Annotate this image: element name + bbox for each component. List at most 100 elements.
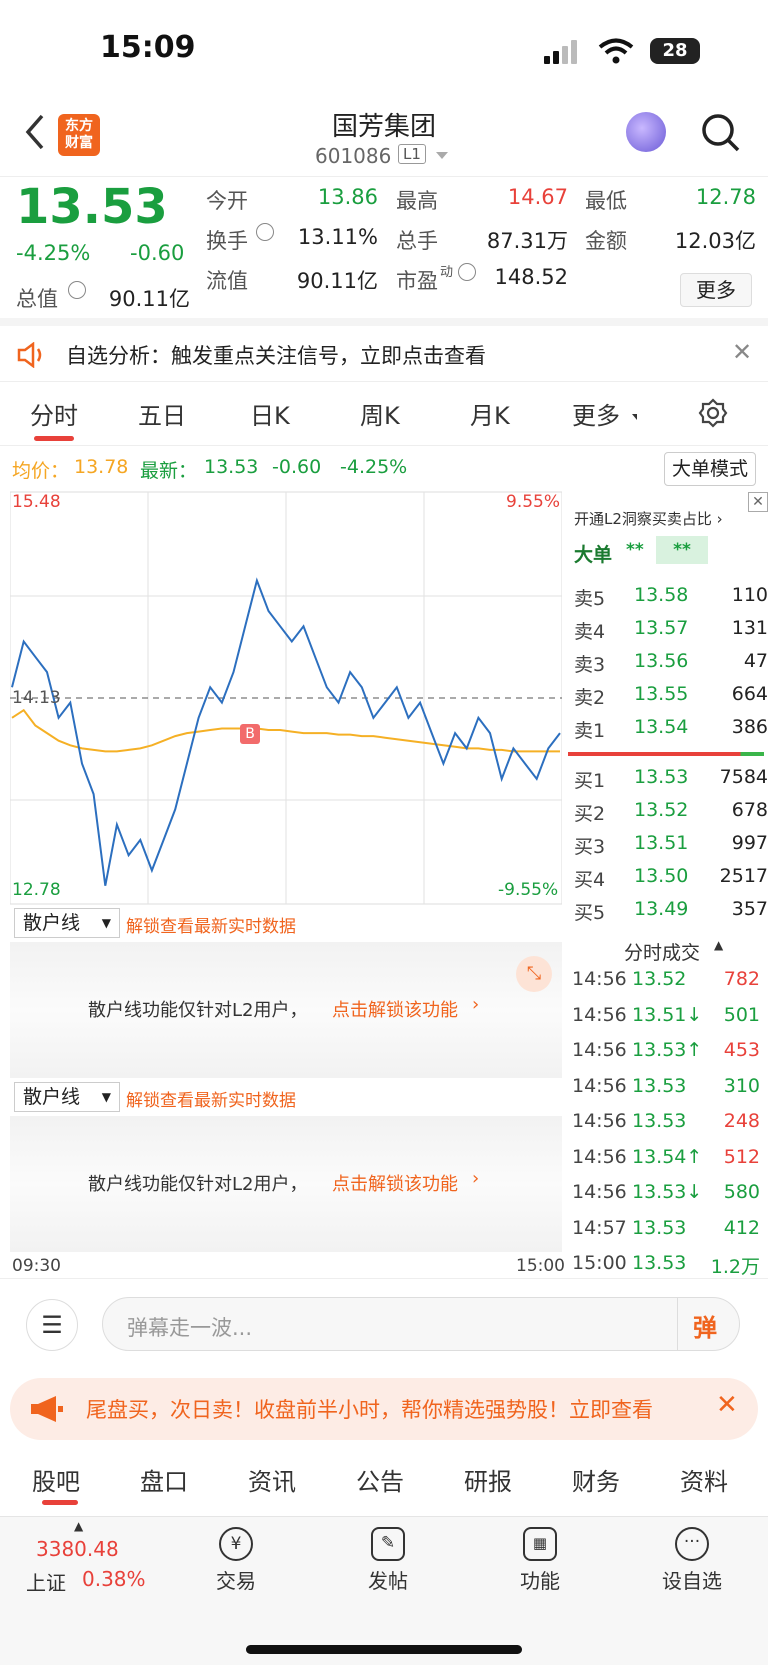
sub-panel-1: 散户线功能仅针对L2用户， 点击解锁该功能 › ⤡: [10, 942, 562, 1078]
tab-day-k[interactable]: 日K: [250, 396, 290, 431]
unlock-link[interactable]: 解锁查看最新实时数据: [126, 912, 296, 937]
search-icon[interactable]: [700, 112, 742, 154]
tab-finance[interactable]: 财务: [572, 1462, 620, 1497]
analysis-banner[interactable]: 自选分析：触发重点关注信号，立即点击查看 ✕: [0, 318, 768, 382]
big-order-mode-button[interactable]: 大单模式: [664, 452, 756, 486]
order-book-panel: 开通L2洞察买卖占比 › ✕ 大单 ** ** 卖5 13.58 110 卖4 13.5…: [564, 490, 768, 1280]
tab-research[interactable]: 研报: [464, 1462, 512, 1497]
add-watchlist-button[interactable]: ··· 设自选: [642, 1527, 742, 1594]
avg-label: 均价：: [12, 460, 70, 482]
buy-marker[interactable]: B: [240, 724, 260, 744]
buy-price: 13.53: [634, 766, 689, 788]
tick-volume: 453: [723, 1039, 760, 1061]
last-value: 13.53: [204, 456, 259, 478]
wifi-icon: [598, 38, 634, 64]
close-icon[interactable]: ✕: [716, 1390, 738, 1420]
tick-volume: 580: [723, 1181, 760, 1203]
danmu-send-button[interactable]: 弹: [693, 1308, 717, 1343]
buy-level: 买5: [574, 902, 606, 924]
speaker-icon: [17, 342, 42, 368]
triangle-icon: [632, 414, 637, 420]
tab-week-k[interactable]: 周K: [360, 396, 400, 431]
tick-volume: 512: [723, 1145, 760, 1168]
tab-intraday[interactable]: 分时: [30, 396, 78, 431]
x-axis-start: 09:30: [12, 1256, 61, 1276]
more-button[interactable]: 更多: [680, 273, 752, 307]
indicator-dropdown[interactable]: 散户线 ▼: [14, 1082, 120, 1112]
quote-panel: 13.53 -4.25% -0.60 总值 90.11亿 今开 13.86 最高…: [0, 176, 768, 316]
tab-announcements[interactable]: 公告: [356, 1462, 404, 1497]
chart-svg: [10, 491, 562, 905]
big-order-value-2: **: [656, 536, 708, 564]
low-value: 12.78: [695, 185, 756, 209]
sub-header-2: 散户线 ▼ 解锁查看最新实时数据: [10, 1080, 562, 1116]
change-amount: -0.60: [130, 241, 185, 265]
buy-volume: 7584: [719, 766, 768, 788]
close-icon[interactable]: ✕: [732, 338, 752, 366]
tab-news[interactable]: 资讯: [248, 1462, 296, 1497]
tab-five-day[interactable]: 五日: [138, 396, 186, 431]
functions-button[interactable]: ▦ 功能: [490, 1527, 590, 1594]
sell-volume: 664: [731, 683, 768, 705]
dropdown-label: 散户线: [23, 912, 81, 934]
tab-indicator: [42, 1500, 78, 1505]
intraday-info: 均价： 13.78 最新： 13.53 -0.60 -4.25% 大单模式: [0, 446, 768, 490]
status-time: 15:09: [100, 30, 196, 65]
buy-volume: 678: [731, 799, 768, 821]
x-axis-end: 15:00: [516, 1256, 565, 1276]
trade-button[interactable]: ¥ 交易: [186, 1527, 286, 1594]
big-order-value-1: **: [626, 540, 644, 560]
robot-avatar-icon[interactable]: [626, 112, 666, 152]
promo-banner[interactable]: 尾盘买，次日卖！收盘前半小时，帮你精选强势股！立即查看 ✕: [10, 1378, 758, 1440]
expand-icon[interactable]: ⤡: [516, 956, 552, 992]
tab-month-k[interactable]: 月K: [470, 396, 510, 431]
tick-volume: 248: [723, 1110, 760, 1132]
tab-more[interactable]: 更多: [572, 396, 620, 431]
tick-volume: 310: [723, 1074, 760, 1097]
l2-tip-link[interactable]: 开通L2洞察买卖占比 ›: [574, 508, 723, 529]
sell-price: 13.58: [634, 584, 689, 606]
close-icon[interactable]: ✕: [748, 492, 768, 512]
tick-price: 13.53↑: [632, 1039, 703, 1061]
banner-text: 自选分析：触发重点关注信号，立即点击查看: [66, 344, 486, 368]
unlock-link[interactable]: 解锁查看最新实时数据: [126, 1086, 296, 1111]
gear-icon[interactable]: [698, 398, 728, 428]
buy-volume: 357: [731, 898, 768, 920]
unlock-function-link[interactable]: 点击解锁该功能: [332, 1170, 458, 1196]
unlock-function-link[interactable]: 点击解锁该功能: [332, 996, 458, 1022]
pe-dynamic-label: 动: [440, 265, 454, 280]
tab-pankou[interactable]: 盘口: [140, 1462, 188, 1497]
sell-volume: 386: [731, 716, 768, 738]
post-button[interactable]: ✎ 发帖: [338, 1527, 438, 1594]
tick-time: 14:56: [572, 1145, 627, 1168]
dropdown-label: 散户线: [23, 1086, 81, 1108]
tab-profile[interactable]: 资料: [680, 1462, 728, 1497]
chg-value: -0.60: [272, 456, 322, 478]
tick-time: 14:56: [572, 968, 627, 990]
l2-tip-text: 开通L2洞察买卖占比: [574, 510, 712, 528]
danmu-settings-icon[interactable]: ☰: [26, 1299, 78, 1351]
tick-time: 15:00: [572, 1252, 627, 1274]
sell-price: 13.56: [634, 650, 689, 672]
promo-text: 尾盘买，次日卖！收盘前半小时，帮你精选强势股！立即查看: [86, 1398, 653, 1422]
danmu-placeholder: 弹幕走一波...: [127, 1316, 253, 1340]
tick-time: 14:56: [572, 1110, 627, 1132]
tab-guba[interactable]: 股吧: [32, 1462, 80, 1497]
intraday-chart[interactable]: 15.48 9.55% 14.13 12.78 -9.55% B: [10, 490, 562, 906]
stock-code: 601086: [315, 144, 392, 168]
sell-level: 卖5: [574, 588, 606, 610]
divider: [677, 1298, 678, 1350]
edit-icon: ✎: [371, 1527, 405, 1561]
functions-label: 功能: [520, 1569, 560, 1593]
index-value[interactable]: 3380.48: [36, 1537, 119, 1561]
buy-price: 13.50: [634, 865, 689, 887]
ticks-title[interactable]: 分时成交: [624, 938, 700, 965]
buy-level: 买2: [574, 803, 606, 825]
chevron-down-icon[interactable]: [436, 152, 448, 159]
info-circle-icon[interactable]: [68, 281, 86, 299]
buy-level: 买1: [574, 770, 606, 792]
danmu-input[interactable]: 弹幕走一波... 弹: [102, 1297, 740, 1351]
level-badge[interactable]: L1: [398, 144, 426, 164]
tick-price: 13.52: [632, 968, 687, 990]
indicator-dropdown[interactable]: 散户线 ▼: [14, 908, 120, 938]
